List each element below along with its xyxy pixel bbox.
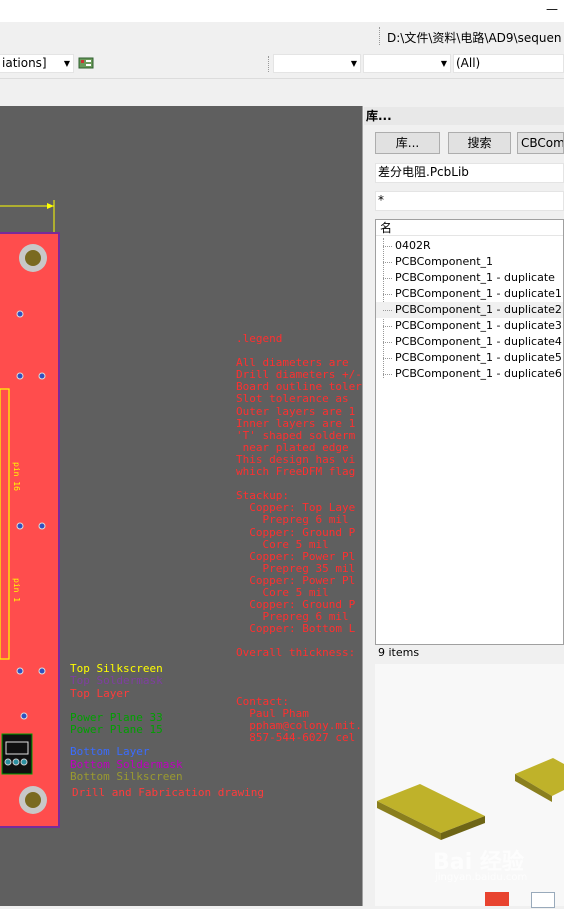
list-item[interactable]: PCBComponent_1 - duplicate3 [376,318,563,334]
chevron-down-icon: ▼ [63,59,70,68]
filter-input-value: * [378,193,384,207]
place-component-button[interactable]: CBCompo [517,132,564,154]
tree-connector [383,278,392,279]
variations-combo-value: iations] [2,56,47,70]
list-item-label: PCBComponent_1 - duplicate5 [395,351,562,364]
toolbar-grip[interactable] [379,27,383,45]
libraries-button[interactable]: 库... [375,132,440,154]
tab-strip [0,79,564,106]
tree-connector [383,326,392,327]
note-line: Copper: Ground P [236,525,356,539]
contact-line: 857-544-6027 cel [236,731,356,745]
note-line: Outer layers are 1 [236,404,356,418]
fabrication-notes: .legend All diameters are Drill diameters… [236,332,362,660]
toolbar-grip[interactable] [268,56,270,72]
filter-combo[interactable]: (All) [453,54,564,73]
list-item[interactable]: PCBComponent_1 - duplicate4 [376,334,563,350]
list-item[interactable]: PCBComponent_1 - duplicate [376,270,563,286]
component-3d-preview[interactable]: Bai 经验 jingyan.baidu.com [375,664,564,908]
item-count: 9 items [378,646,420,659]
tree-connector [383,358,392,359]
note-line: Slot tolerance as [236,392,349,406]
note-line: Copper: Bottom L [236,622,356,636]
list-item[interactable]: PCBComponent_1 - duplicate6 [376,366,563,382]
legend-item: Bottom Layer [70,745,150,759]
chevron-down-icon: ▼ [440,59,447,68]
list-item[interactable]: PCBComponent_1 - duplicate2 [376,302,563,318]
minimize-button[interactable]: — [546,2,558,16]
pcb-board[interactable]: pin 16 pin 1 [0,232,60,828]
list-item-label: 0402R [395,239,431,252]
list-item[interactable]: 0402R [376,238,563,254]
filter-combo-value: (All) [456,56,481,70]
list-item-label: PCBComponent_1 [395,255,494,268]
component-icon[interactable] [78,56,94,70]
list-item-label: PCBComponent_1 - duplicate2 [395,303,562,316]
list-item-label: PCBComponent_1 - duplicate3 [395,319,562,332]
tree-connector [383,246,392,247]
note-line: Core 5 mil [236,537,329,551]
component-items: 0402R PCBComponent_1 PCBComponent_1 - dupl… [376,238,563,398]
tree-connector [383,310,392,311]
component-filter-input[interactable]: * [375,191,564,211]
note-line: .legend [236,332,283,345]
app-icon[interactable] [485,892,509,906]
column-header-name[interactable]: 名 [376,220,563,236]
pin-label: pin 1 [12,578,22,603]
list-item-label: PCBComponent_1 - duplicate1 [395,287,562,300]
variations-combo[interactable]: iations] ▼ [0,54,74,73]
library-select-value: 差分电阻.PcbLib [378,165,469,179]
board-artwork [0,244,47,814]
list-item-label: PCBComponent_1 - duplicate4 [395,335,562,348]
legend-item: Top Soldermask [70,674,163,688]
chevron-down-icon: ▼ [350,59,357,68]
list-item[interactable]: PCBComponent_1 - duplicate5 [376,350,563,366]
legend-item: Top Layer [70,686,130,700]
component-list[interactable]: 名 0402R PCBComponent_1 PCBComponent_1 - du… [375,219,564,645]
list-item[interactable]: PCBComponent_1 - duplicate1 [376,286,563,302]
tree-connector [383,374,392,375]
title-bar: — [0,0,564,22]
class-combo[interactable]: ▼ [363,54,451,73]
layer-combo[interactable]: ▼ [273,54,361,73]
note-line: Copper: Power Pl [236,549,356,563]
legend-item: Drill and Fabrication drawing [72,786,265,800]
note-line: which FreeDFM flag [236,465,356,479]
list-item-label: PCBComponent_1 - duplicate [395,271,555,284]
pin-label: pin 16 [12,462,22,491]
library-select[interactable]: 差分电阻.PcbLib [375,163,564,183]
legend-item: Power Plane 15 [70,723,163,737]
pcb-canvas[interactable]: pin 16 pin 1 .legend All diameters are Dr… [0,106,362,906]
board-dimension-line [0,200,55,234]
note-line: Overall thickness: [236,646,356,660]
tree-connector [383,342,392,343]
legend-item: Bottom Silkscreen [70,770,183,784]
tree-connector [383,294,392,295]
layer-legend: Top Silkscreen Top Soldermask Top Layer Pow… [70,662,265,800]
watermark-url: jingyan.baidu.com [435,872,528,883]
note-line: Inner layers are 1 [236,416,356,430]
panel-title: 库... [364,107,564,125]
note-line: Prepreg 6 mil [236,513,349,527]
search-button[interactable]: 搜索 [448,132,511,154]
document-path: D:\文件\资料\电路\AD9\sequen [387,31,562,45]
contact-notes: Contact: Paul Pham ppham@colony.mit. 857… [236,695,362,745]
list-item-label: PCBComponent_1 - duplicate6 [395,367,562,380]
tree-connector [383,262,392,263]
list-item[interactable]: PCBComponent_1 [376,254,563,270]
